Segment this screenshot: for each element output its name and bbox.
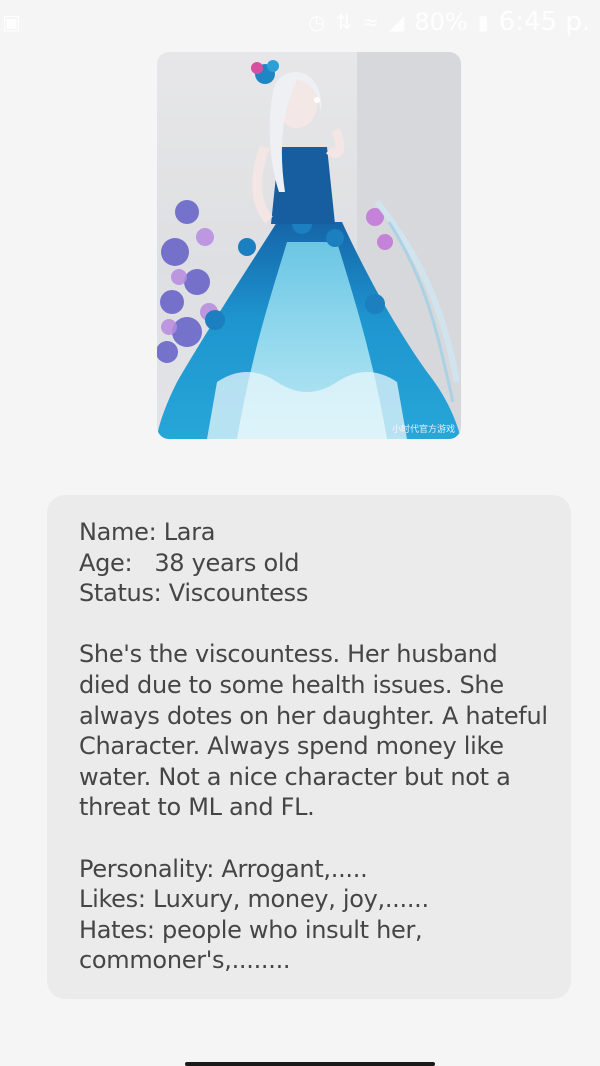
status-line: Status: Viscountess: [79, 579, 309, 608]
description-line: threat to ML and FL.: [79, 793, 315, 822]
description-line: died due to some health issues. She: [79, 670, 504, 699]
name-line: Name: Lara: [79, 518, 216, 546]
description-line: Character. Always spend money like: [79, 732, 504, 761]
age-value: 38 years old: [154, 548, 300, 577]
wifi-icon: ≈: [362, 10, 379, 34]
hd-icon: ⇅: [335, 10, 353, 34]
clock-time: 6:45 p.: [498, 7, 591, 37]
likes-line: Likes: Luxury, money, joy,......: [79, 885, 429, 914]
battery-percent: 80%: [414, 8, 468, 36]
character-info-card: Name: Lara Age: 38 years old Status: Visc…: [47, 495, 571, 999]
home-indicator[interactable]: [185, 1062, 435, 1066]
notification-icon: ▣: [2, 10, 21, 34]
character-info-text: Name: Lara Age: 38 years old Status: Visc…: [79, 517, 549, 976]
alarm-icon: ◷: [308, 10, 326, 34]
description-line: always dotes on her daughter. A hateful: [79, 701, 548, 730]
character-illustration[interactable]: 小时代官方游戏: [157, 52, 461, 439]
age-line: Age: 38 years old: [79, 548, 549, 579]
personality-line: Personality: Arrogant,.....: [79, 854, 368, 883]
age-label: Age:: [79, 548, 133, 577]
signal-icon: ◢: [388, 10, 405, 34]
description-line: She's the viscountess. Her husband: [79, 640, 498, 669]
status-bar: ▣ ◷ ⇅ ≈ ◢ 80% ▮ 6:45 p.: [0, 0, 600, 44]
battery-icon: ▮: [477, 10, 489, 34]
status-icons: ◷ ⇅ ≈ ◢ 80% ▮ 6:45 p.: [308, 7, 590, 37]
character-artwork: [157, 52, 461, 439]
hates-line: Hates: people who insult her,: [79, 915, 423, 944]
image-watermark: 小时代官方游戏: [391, 425, 455, 435]
hates-line: commoner's,........: [79, 946, 291, 975]
description-line: water. Not a nice character but not a: [79, 762, 511, 791]
